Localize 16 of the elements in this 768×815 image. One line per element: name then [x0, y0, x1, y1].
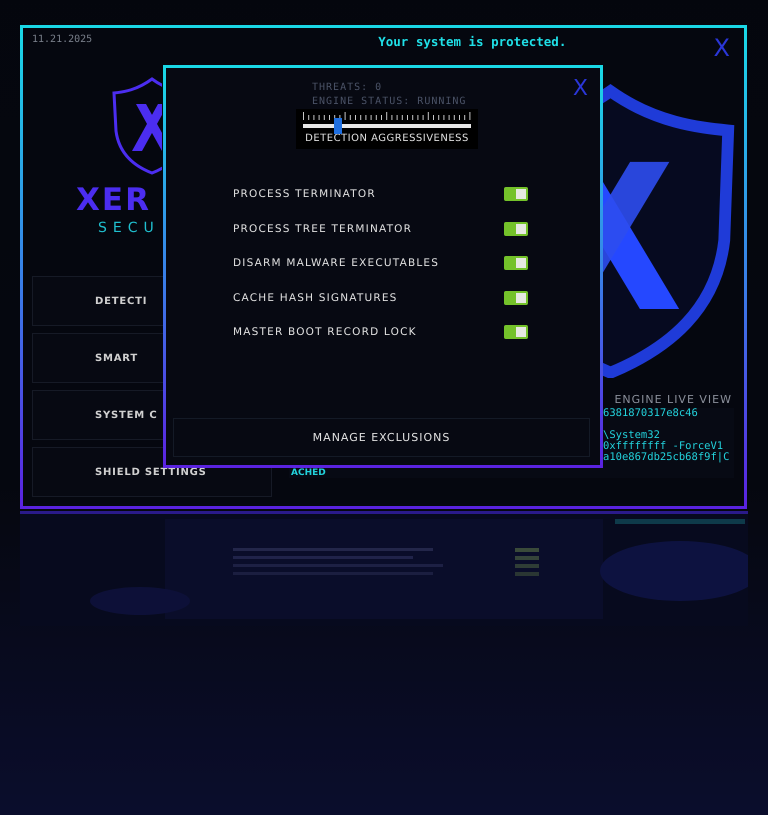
- log-line: ACHED: [291, 468, 326, 478]
- log-line: \System32: [603, 429, 660, 441]
- brand-name: XER: [76, 182, 151, 218]
- option-label: PROCESS TREE TERMINATOR: [233, 222, 414, 235]
- log-line: 6381870317e8c46: [603, 407, 698, 419]
- option-label: PROCESS TERMINATOR: [233, 188, 377, 200]
- log-line: 0xffffffff -ForceV1: [603, 440, 724, 452]
- stat-text: THREATS: 0: [312, 82, 382, 93]
- option-label: DISARM MALWARE EXECUTABLES: [233, 257, 440, 270]
- stat-text: ENGINE STATUS: RUNNING: [312, 96, 466, 107]
- log-line: a10e867db25cb68f9f|C: [603, 451, 730, 463]
- brand-tagline: SECU: [98, 220, 160, 236]
- live-view-title: ENGINE LIVE VIEW: [614, 393, 732, 406]
- protection-status: Your system is protected.: [378, 34, 566, 49]
- slider-label: DETECTION AGGRESSIVENESS: [305, 133, 469, 144]
- date-label: 11.21.2025: [32, 34, 92, 45]
